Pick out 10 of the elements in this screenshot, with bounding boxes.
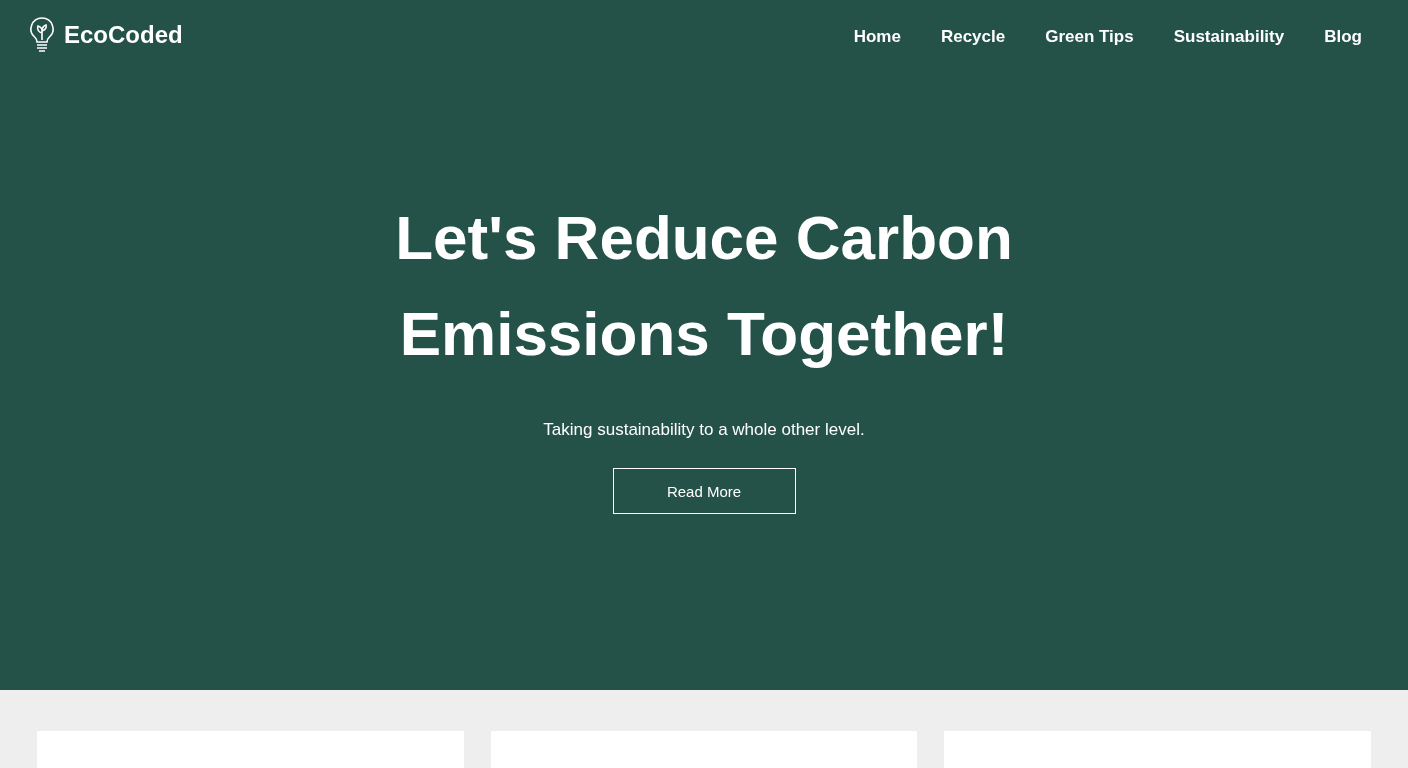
nav-link[interactable]: Home [853, 27, 901, 47]
hero-subtitle: Taking sustainability to a whole other level. [543, 420, 865, 440]
nav-link[interactable]: Recycle [940, 27, 1006, 47]
nav-link[interactable]: Blog [1324, 27, 1362, 47]
lightbulb-leaf-icon [28, 16, 56, 54]
hero-title: Let's Reduce Carbon Emissions Together! [395, 202, 1013, 370]
read-more-button[interactable]: Read More [612, 468, 796, 514]
brand-name[interactable]: EcoCoded [64, 21, 183, 49]
nav-link[interactable]: Green Tips [1045, 27, 1134, 47]
nav-link[interactable]: Sustainability [1173, 27, 1285, 47]
